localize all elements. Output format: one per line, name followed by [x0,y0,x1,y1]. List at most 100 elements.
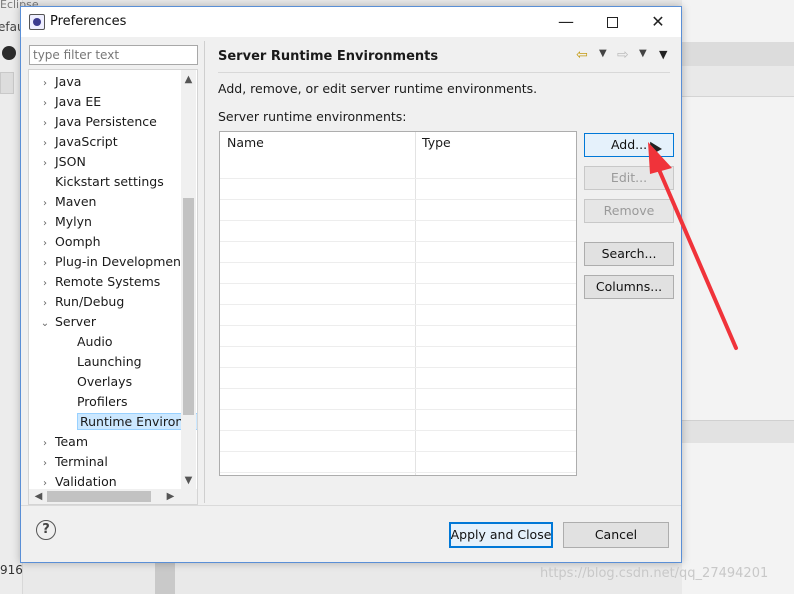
chevron-down-icon[interactable]: ⌄ [39,314,51,334]
runtime-table[interactable]: Name Type [219,131,577,476]
tree-item[interactable]: › Java [39,72,81,92]
hscroll-thumb[interactable] [47,491,151,502]
table-row [220,367,576,368]
tree-item[interactable]: › Java EE [39,92,101,112]
tree-item-label: Java EE [54,94,102,109]
scroll-right-icon[interactable]: ▶ [163,489,178,504]
tree-item-label: Overlays [76,374,133,389]
tree-item[interactable]: › Plug-in Development [39,252,186,272]
tree-item-label: Kickstart settings [54,174,164,189]
table-row [220,241,576,242]
chevron-right-icon[interactable]: › [39,94,51,114]
chevron-right-icon[interactable]: › [39,254,51,274]
tree-vertical-scrollbar[interactable]: ▲ ▼ [181,70,196,490]
forward-arrow-icon[interactable]: ⇨ [617,47,629,65]
view-menu-icon[interactable]: ▼ [659,48,667,61]
tree-item[interactable]: › Mylyn [39,212,92,232]
back-arrow-icon[interactable]: ⇦ [576,47,588,65]
edit-button[interactable]: Edit... [584,166,674,190]
cancel-button[interactable]: Cancel [563,522,669,548]
workbench-panel-header [682,66,794,97]
tree-item[interactable]: › Team [39,432,88,452]
tree-item[interactable]: Audio [61,332,113,352]
maximize-icon [606,17,618,28]
chevron-right-icon[interactable]: › [39,274,51,294]
watermark: https://blog.csdn.net/qq_27494201 [540,566,769,581]
tree-item[interactable]: › Oomph [39,232,101,252]
tree-item[interactable]: › Remote Systems [39,272,160,292]
tree-item[interactable]: › JavaScript [39,132,118,152]
table-row [220,199,576,200]
tree-item-label: Run/Debug [54,294,125,309]
scroll-down-icon[interactable]: ▼ [181,473,196,488]
tree-item[interactable]: › Maven [39,192,96,212]
tree-item[interactable]: Overlays [61,372,132,392]
scroll-thumb[interactable] [183,198,194,415]
table-row [220,430,576,431]
tree-item-label: Team [54,434,89,449]
tree-item-label: Mylyn [54,214,92,229]
table-row [220,472,576,473]
workbench-scrollbar[interactable] [155,562,175,594]
workbench-toolbar [682,42,794,66]
chevron-right-icon[interactable]: › [39,434,51,454]
preferences-dialog: Preferences — ✕ type filter text › Java ›… [20,6,682,563]
tree-item[interactable]: ⌄ Server [39,312,96,332]
chevron-right-icon[interactable]: › [39,294,51,314]
workbench-panel-header-2 [682,420,794,443]
tree-item-label: Server [54,314,96,329]
dialog-titlebar[interactable]: Preferences — ✕ [21,7,681,37]
table-row [220,451,576,452]
workbench-tab[interactable] [0,72,14,94]
dialog-title: Preferences [50,14,127,29]
scroll-left-icon[interactable]: ◀ [31,489,46,504]
user-icon [2,46,16,60]
columns-button[interactable]: Columns... [584,275,674,299]
tree-item[interactable]: Profilers [61,392,128,412]
chevron-right-icon[interactable]: › [39,234,51,254]
table-row [220,262,576,263]
chevron-right-icon[interactable]: › [39,194,51,214]
page-description: Add, remove, or edit server runtime envi… [218,81,538,96]
tree-item[interactable]: › Java Persistence [39,112,157,132]
minimize-button[interactable]: — [543,7,589,37]
remove-button[interactable]: Remove [584,199,674,223]
table-row [220,220,576,221]
tree-item[interactable]: Kickstart settings [39,172,164,192]
chevron-right-icon[interactable]: › [39,154,51,174]
tree-item-label: Profilers [76,394,128,409]
search-button[interactable]: Search... [584,242,674,266]
table-row [220,325,576,326]
chevron-right-icon[interactable]: › [39,454,51,474]
tree-item-label: JavaScript [54,134,118,149]
filter-input[interactable]: type filter text [29,45,198,65]
workbench-right-area [682,0,794,594]
tree-horizontal-scrollbar[interactable]: ◀ ▶ [28,489,198,505]
chevron-right-icon[interactable]: › [39,214,51,234]
column-header-name[interactable]: Name [220,132,415,154]
apply-and-close-button[interactable]: Apply and Close [449,522,553,548]
add-button[interactable]: Add... [584,133,674,157]
maximize-button[interactable] [589,7,635,37]
chevron-right-icon[interactable]: › [39,114,51,134]
scroll-up-icon[interactable]: ▲ [181,72,196,87]
table-row [220,178,576,179]
tree-item[interactable]: Launching [61,352,142,372]
tree-item-label: Java [54,74,82,89]
tree-item[interactable]: Runtime Environm [61,412,197,432]
tree-item[interactable]: › Run/Debug [39,292,124,312]
chevron-right-icon[interactable]: › [39,134,51,154]
forward-dropdown-icon[interactable]: ▼ [639,48,647,59]
chevron-right-icon[interactable]: › [39,74,51,94]
column-header-type[interactable]: Type [415,132,572,154]
tree-item[interactable]: › JSON [39,152,86,172]
tree-item[interactable]: › Terminal [39,452,108,472]
close-button[interactable]: ✕ [635,7,681,37]
workbench-bottom-text: 916 [0,563,23,577]
back-dropdown-icon[interactable]: ▼ [599,48,607,59]
panel-divider[interactable] [204,41,205,503]
tree-item-label: Oomph [54,234,101,249]
help-icon[interactable]: ? [36,520,56,540]
table-row [220,409,576,410]
page-separator [218,72,670,73]
